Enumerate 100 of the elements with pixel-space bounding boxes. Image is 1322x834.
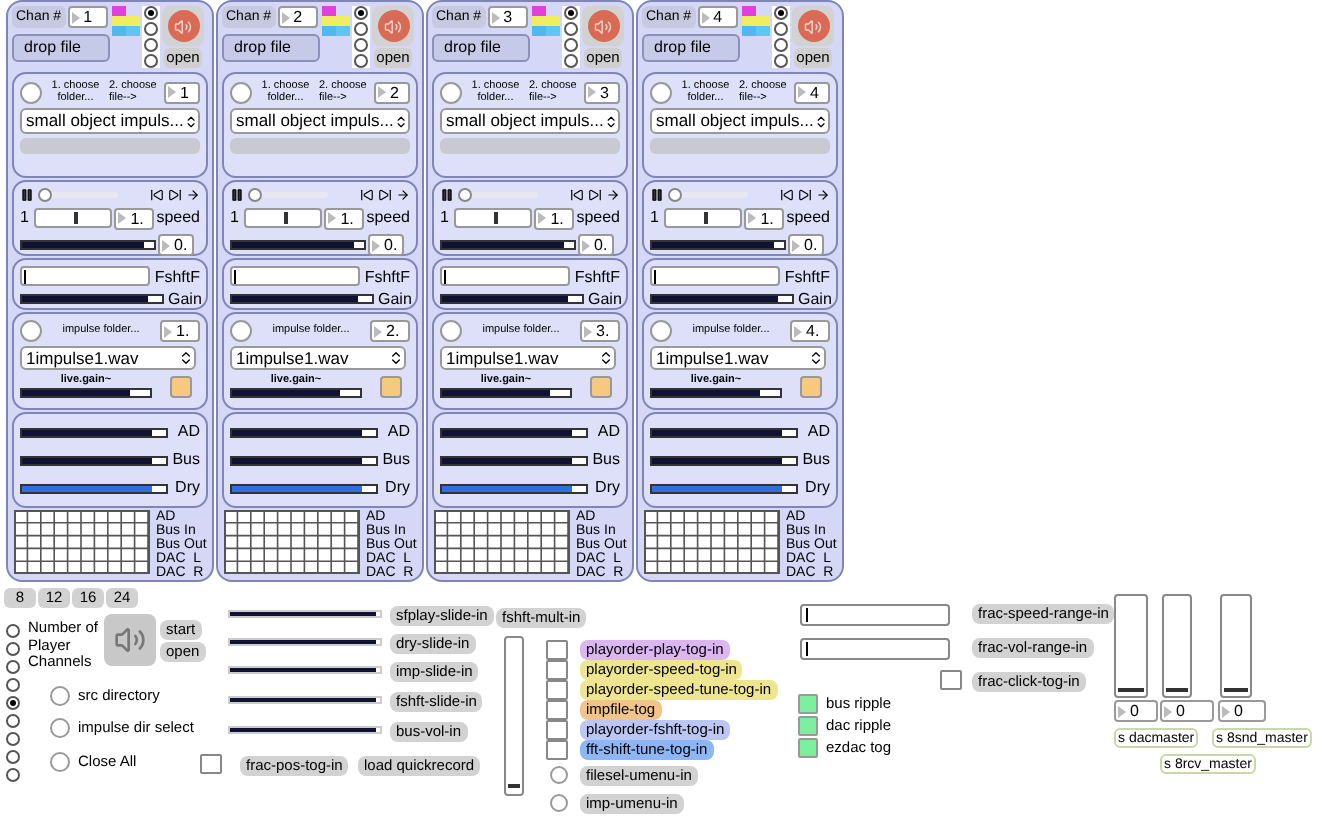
slider-thumb[interactable] [283,212,288,224]
radio-button[interactable] [354,22,368,36]
radio-button[interactable] [144,54,158,68]
impulse-menu[interactable]: 1impulse1.wav [440,346,616,370]
radio-button[interactable] [564,54,578,68]
number-box[interactable]: 3 [584,81,620,103]
gain-toggle[interactable] [800,375,822,397]
file-menu[interactable]: small object impuls... [230,108,410,134]
toggle[interactable] [798,716,818,736]
drop-file-area[interactable]: drop file [12,34,110,62]
radio-button[interactable] [144,22,158,36]
toggle[interactable] [546,720,568,740]
slider-thumb[interactable] [73,212,78,224]
number-box[interactable]: 0 [1160,700,1214,722]
round-button[interactable] [440,81,462,103]
number-box[interactable]: 1. [324,207,365,229]
pause-icon[interactable] [230,188,244,202]
radio-button[interactable] [6,696,20,710]
round-button[interactable] [440,320,462,342]
toggle[interactable] [546,660,568,680]
round-button[interactable] [650,81,672,103]
number-box[interactable]: 4 [697,6,738,28]
routing-matrix[interactable] [224,510,360,574]
slider-thumb[interactable] [668,188,682,202]
number-box[interactable]: 1. [534,207,575,229]
text-field[interactable] [800,604,950,626]
gain-toggle[interactable] [380,375,402,397]
arrow-right-icon[interactable] [396,188,410,202]
routing-matrix[interactable] [434,510,570,574]
text-field[interactable] [230,266,361,286]
impulse-menu[interactable]: 1impulse1.wav [650,346,826,370]
round-button[interactable] [230,320,252,342]
file-menu[interactable]: small object impuls... [20,108,200,134]
radio-button[interactable] [144,38,158,52]
skip-back-icon[interactable] [150,188,164,202]
radio-button[interactable] [564,38,578,52]
number-box[interactable]: 0 [1114,700,1158,722]
drop-file-area[interactable]: drop file [642,34,740,62]
playhead-slider[interactable] [458,188,538,202]
radio-button[interactable] [774,22,788,36]
number-box[interactable]: 1 [164,81,200,103]
slider-thumb[interactable] [248,188,262,202]
radio-button[interactable] [564,6,578,20]
drop-file-area[interactable]: drop file [222,34,320,62]
playhead-slider[interactable] [38,188,118,202]
round-button[interactable] [20,320,42,342]
skip-forward-icon[interactable] [378,188,392,202]
skip-back-icon[interactable] [780,188,794,202]
radio-button[interactable] [6,714,20,728]
radio-button[interactable] [774,54,788,68]
slider-thumb[interactable] [493,212,498,224]
text-field[interactable] [650,266,781,286]
slider[interactable] [228,666,382,674]
text-field[interactable] [800,638,950,660]
number-box[interactable]: 4 [794,81,830,103]
radio-button[interactable] [6,678,20,692]
number-box[interactable]: 2. [370,320,410,342]
vertical-slider[interactable] [504,636,524,796]
number-box[interactable]: 0. [368,234,404,256]
number-box[interactable]: 3. [580,320,620,342]
toggle[interactable] [546,700,568,720]
pause-icon[interactable] [440,188,454,202]
number-box[interactable]: 3 [487,6,528,28]
speaker-button[interactable] [104,614,156,666]
radio-button[interactable] [6,750,20,764]
file-menu[interactable]: small object impuls... [440,108,620,134]
number-box[interactable]: 1. [744,207,785,229]
round-button[interactable] [230,81,252,103]
text-field[interactable] [440,266,571,286]
number-box[interactable]: 2 [374,81,410,103]
file-menu[interactable]: small object impuls... [650,108,830,134]
toggle[interactable] [200,754,222,774]
drop-file-area[interactable]: drop file [432,34,530,62]
number-box[interactable]: 0. [578,234,614,256]
number-box[interactable]: 0. [158,234,194,256]
number-box[interactable]: 1. [160,320,200,342]
slider[interactable] [228,696,382,704]
playhead-slider[interactable] [248,188,328,202]
number-box[interactable]: 0 [1218,700,1266,722]
routing-matrix[interactable] [14,510,150,574]
pause-icon[interactable] [20,188,34,202]
speed-slider[interactable] [243,208,323,228]
toggle[interactable] [798,738,818,758]
vertical-slider[interactable] [1114,594,1148,698]
radio-button[interactable] [6,624,20,638]
radio-button[interactable] [6,660,20,674]
number-box[interactable]: 1 [67,6,108,28]
radio-button[interactable] [6,642,20,656]
arrow-right-icon[interactable] [816,188,830,202]
round-button[interactable] [20,81,42,103]
slider-thumb[interactable] [508,783,520,788]
radio-button[interactable] [354,54,368,68]
radio-button[interactable] [354,38,368,52]
arrow-right-icon[interactable] [186,188,200,202]
radio-button[interactable] [6,768,20,782]
number-box[interactable]: 4. [790,320,830,342]
skip-forward-icon[interactable] [168,188,182,202]
slider[interactable] [228,638,382,646]
slider[interactable] [228,726,382,734]
text-field[interactable] [20,266,151,286]
